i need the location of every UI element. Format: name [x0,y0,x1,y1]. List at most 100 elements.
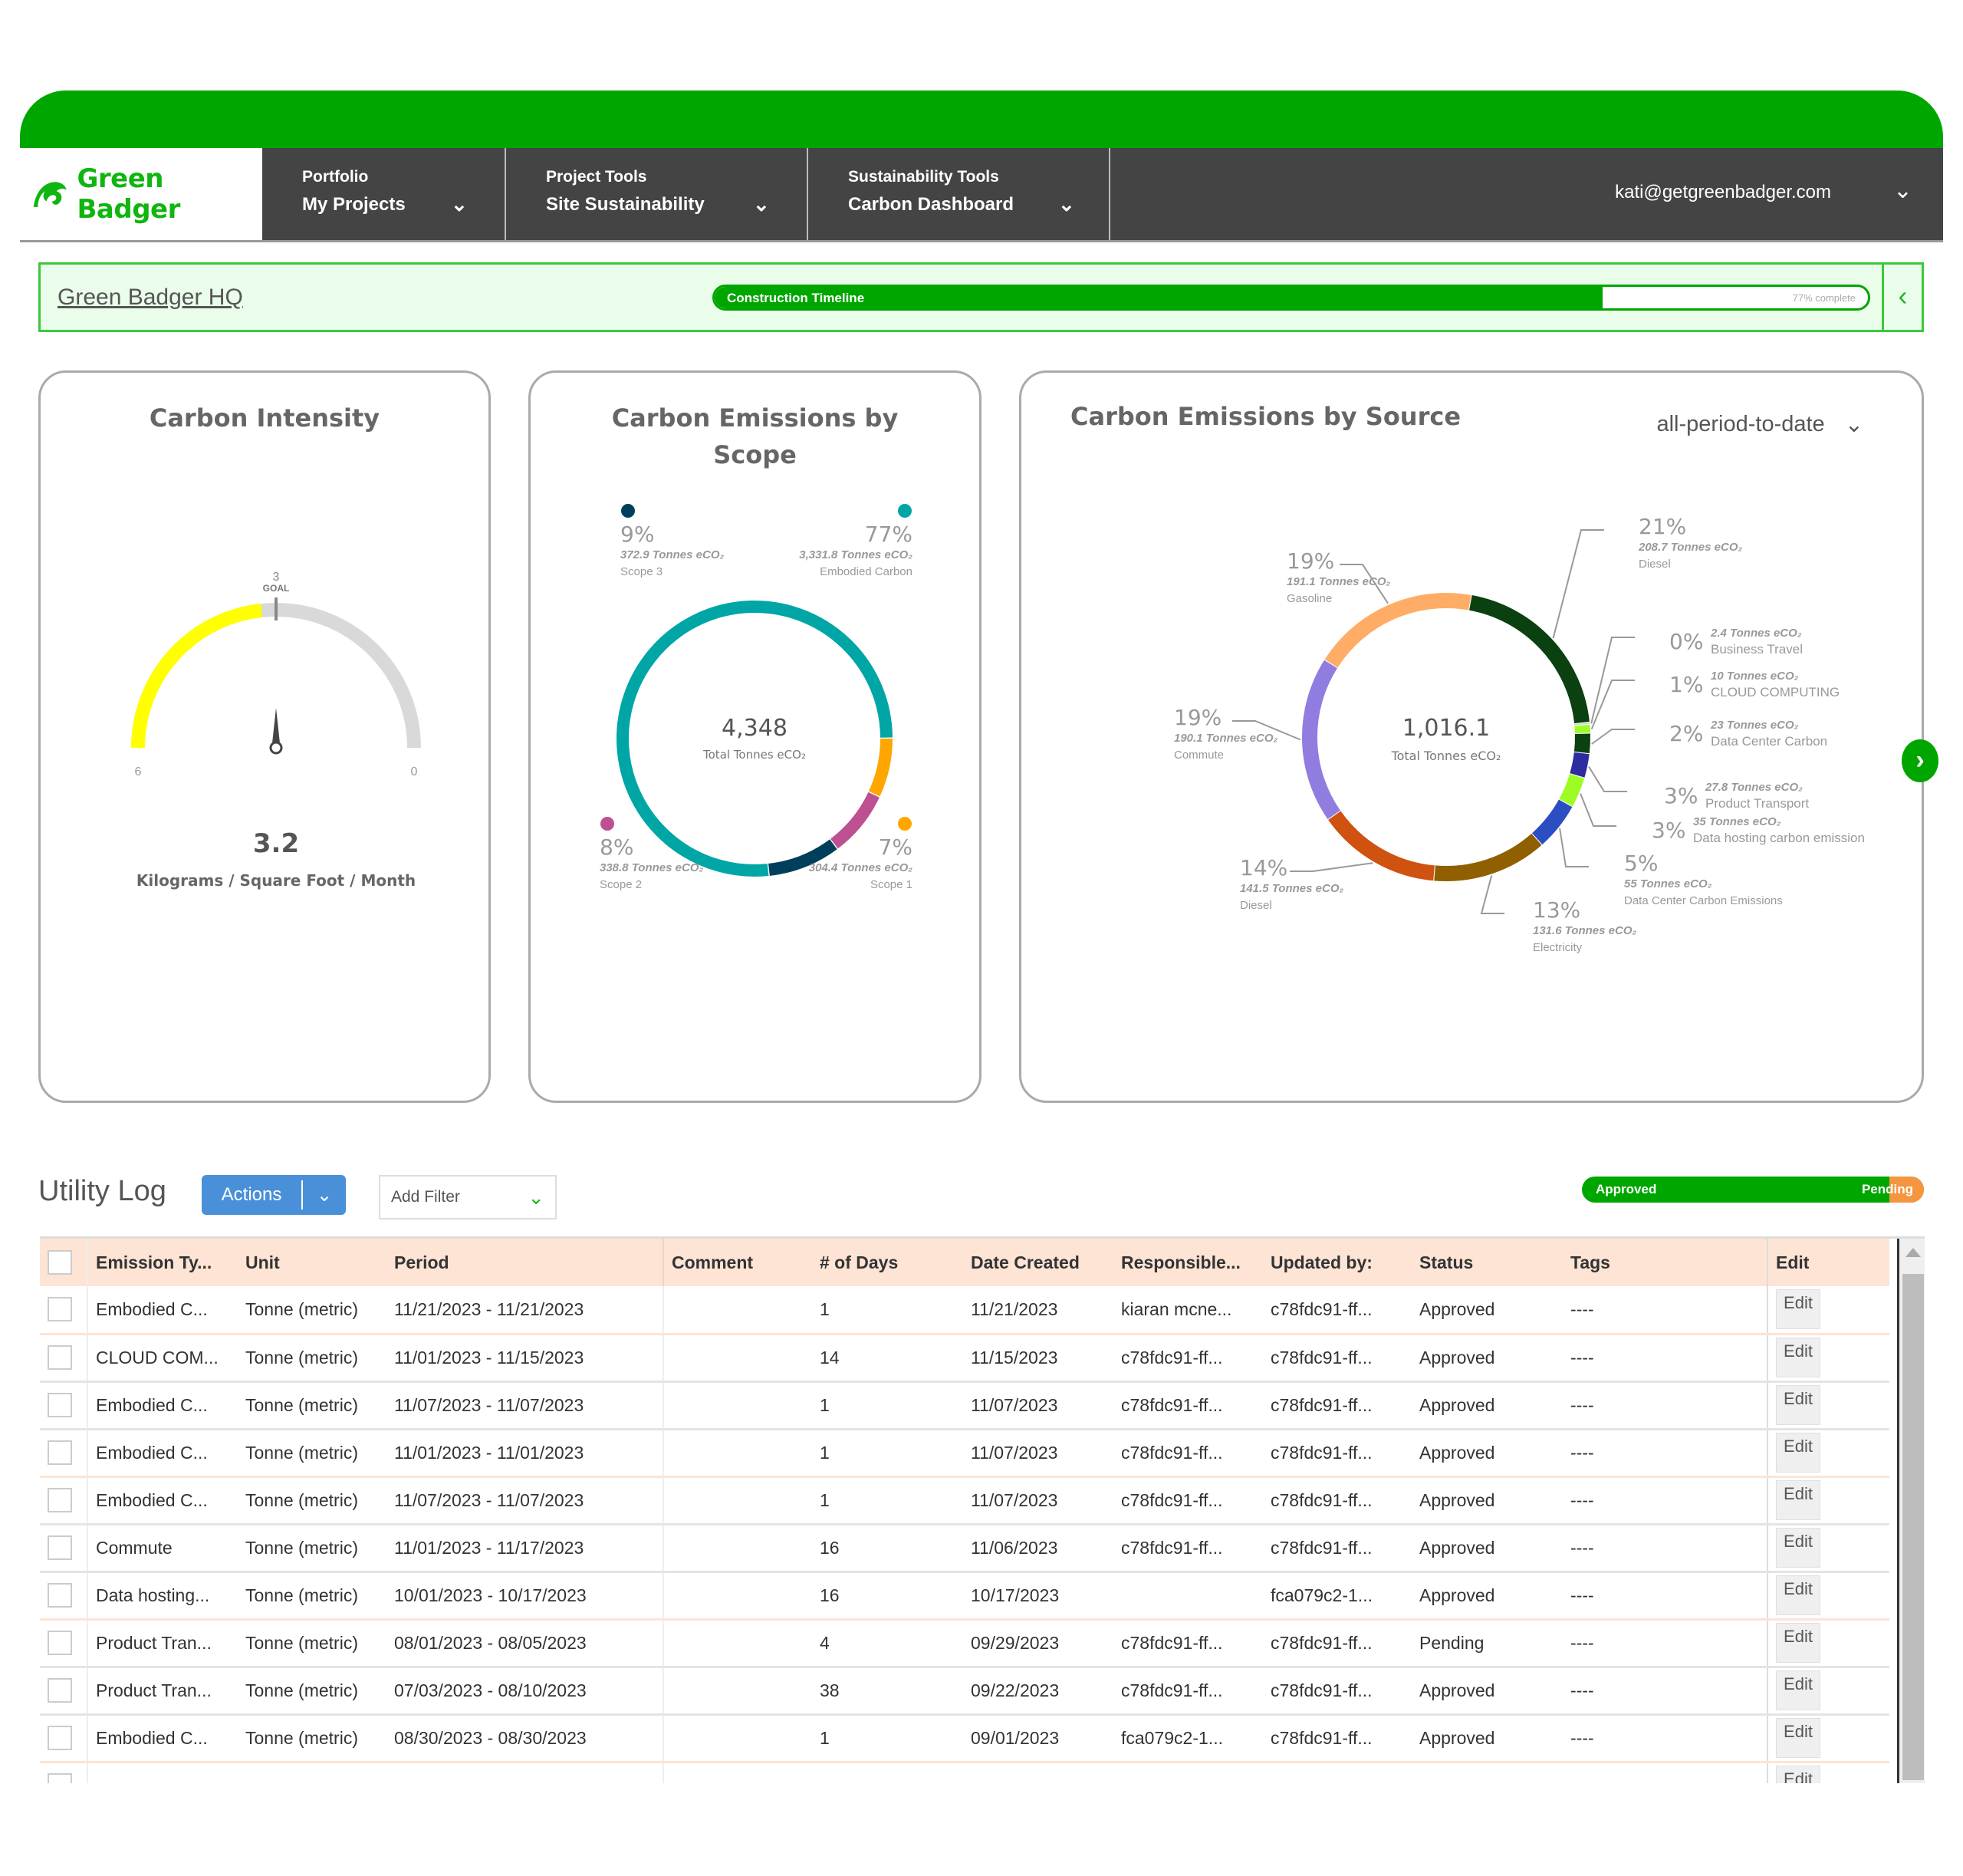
table-cell [663,1381,812,1430]
scope-tonnes: 304.4 Tonnes eCO₂ [809,861,912,874]
table-row[interactable]: Edit [40,1762,1889,1783]
edit-button[interactable]: Edit [1776,1433,1820,1473]
row-checkbox[interactable] [48,1345,72,1370]
column-header[interactable]: Responsible... [1113,1239,1263,1286]
table-cell: c78fdc91-ff... [1113,1619,1263,1668]
scope-percent: 9% [620,522,654,547]
table-cell: 1 [812,1714,963,1763]
source-name: Gasoline [1287,592,1332,605]
column-header[interactable]: Updated by: [1263,1239,1412,1286]
chevron-down-icon: ⌄ [753,193,770,216]
source-percent: 1% [1669,672,1703,697]
column-header[interactable]: Tags [1563,1239,1767,1286]
source-slice-gasoline [1324,593,1471,668]
table-header-row: Emission Ty... Unit Period Comment # of … [40,1239,1889,1286]
actions-button[interactable]: Actions ⌄ [202,1175,346,1215]
column-header[interactable]: # of Days [812,1239,963,1286]
collapse-button[interactable]: ‹ [1882,265,1922,330]
source-name: Diesel [1240,899,1272,912]
logo[interactable]: Green Badger [20,148,262,240]
column-header[interactable]: Period [386,1239,664,1286]
table-row[interactable]: Embodied C... Tonne (metric) 11/01/2023 - … [40,1429,1889,1478]
chevron-down-icon: ⌄ [1892,178,1912,203]
select-all-checkbox[interactable] [48,1250,72,1275]
row-checkbox[interactable] [48,1678,72,1703]
edit-button[interactable]: Edit [1776,1338,1820,1377]
nav-portfolio[interactable]: Portfolio My Projects ⌄ [262,148,506,240]
table-row[interactable]: Embodied C... Tonne (metric) 11/07/2023 - … [40,1476,1889,1525]
next-chart-button[interactable]: › [1902,739,1938,782]
table-cell [663,1667,812,1716]
table-cell: 16 [812,1572,963,1621]
source-slice-diesel [1468,595,1590,724]
edit-button[interactable]: Edit [1776,1528,1820,1568]
table-cell: Tonne (metric) [238,1429,386,1478]
table-row[interactable]: Product Tran... Tonne (metric) 07/03/2023 … [40,1667,1889,1716]
table-row[interactable]: Product Tran... Tonne (metric) 08/01/2023 … [40,1619,1889,1668]
user-menu[interactable]: kati@getgreenbadger.com ⌄ [1110,148,1943,240]
row-checkbox[interactable] [48,1393,72,1417]
add-filter-dropdown[interactable]: Add Filter ⌄ [379,1175,557,1219]
leader-line [1580,793,1616,827]
scope-tonnes: 372.9 Tonnes eCO₂ [620,548,724,561]
edit-button[interactable]: Edit [1776,1289,1820,1330]
source-percent: 19% [1287,548,1334,574]
table-cell: 08/30/2023 - 08/30/2023 [386,1714,664,1763]
row-checkbox[interactable] [48,1631,72,1655]
table-cell [663,1762,812,1783]
column-header[interactable]: Date Created [963,1239,1113,1286]
edit-button[interactable]: Edit [1776,1766,1820,1783]
row-checkbox[interactable] [48,1488,72,1512]
source-tonnes: 2.4 Tonnes eCO₂ [1710,627,1802,640]
approved-label: Approved [1596,1182,1657,1196]
source-name: Product Transport [1705,796,1809,811]
project-name-link[interactable]: Green Badger HQ [58,285,243,311]
row-select-cell [40,1762,88,1783]
gauge-goal-value: 3 [273,571,280,584]
table-scrollbar[interactable] [1897,1239,1925,1783]
source-tonnes: 35 Tonnes eCO₂ [1693,815,1781,828]
edit-button[interactable]: Edit [1776,1670,1820,1710]
table-cell: Tonne (metric) [238,1572,386,1621]
table-cell: 1 [812,1286,963,1335]
carbon-intensity-card: Carbon Intensity 3 GOAL 6 0 3.2 Kilograms / S… [38,370,491,1103]
edit-button[interactable]: Edit [1776,1623,1820,1663]
table-cell: Approved [1412,1667,1563,1716]
table-row[interactable]: Embodied C... Tonne (metric) 11/21/2023 - … [40,1286,1889,1335]
table-row[interactable]: Data hosting... Tonne (metric) 10/01/2023 … [40,1572,1889,1621]
column-header[interactable]: Comment [663,1239,812,1286]
scroll-thumb[interactable] [1902,1274,1924,1780]
edit-button[interactable]: Edit [1776,1575,1820,1615]
column-header[interactable]: Unit [238,1239,386,1286]
nav-project-tools-label: Project Tools [546,168,647,186]
source-percent: 2% [1669,721,1703,746]
table-row[interactable]: Embodied C... Tonne (metric) 11/07/2023 - … [40,1381,1889,1430]
table-cell: c78fdc91-ff... [1263,1334,1412,1383]
edit-button[interactable]: Edit [1776,1480,1820,1520]
row-checkbox[interactable] [48,1440,72,1465]
row-checkbox[interactable] [48,1535,72,1560]
column-header[interactable]: Emission Ty... [87,1239,238,1286]
table-cell: Tonne (metric) [238,1286,386,1335]
edit-button[interactable]: Edit [1776,1718,1820,1758]
scope-total-label: Total Tonnes eCO₂ [702,748,806,762]
nav-project-tools[interactable]: Project Tools Site Sustainability ⌄ [506,148,808,240]
nav-sustainability-tools[interactable]: Sustainability Tools Carbon Dashboard ⌄ [808,148,1110,240]
row-checkbox[interactable] [48,1773,72,1783]
table-row[interactable]: CLOUD COM... Tonne (metric) 11/01/2023 - 1… [40,1334,1889,1383]
chevron-down-icon[interactable]: ⌄ [303,1184,346,1206]
row-checkbox[interactable] [48,1726,72,1750]
table-row[interactable]: Commute Tonne (metric) 11/01/2023 - 11/17/… [40,1524,1889,1573]
edit-button[interactable]: Edit [1776,1385,1820,1425]
table-cell: ---- [1563,1429,1767,1478]
table-cell: c78fdc91-ff... [1263,1429,1412,1478]
source-name: Diesel [1639,558,1671,571]
table-cell: ---- [1563,1286,1767,1335]
row-checkbox[interactable] [48,1583,72,1608]
source-tonnes: 55 Tonnes eCO₂ [1624,877,1712,890]
scroll-up-arrow-icon[interactable] [1905,1248,1921,1257]
table-row[interactable]: Embodied C... Tonne (metric) 08/30/2023 - … [40,1714,1889,1763]
row-checkbox[interactable] [48,1297,72,1322]
column-header[interactable]: Edit [1767,1239,1889,1286]
column-header[interactable]: Status [1412,1239,1563,1286]
